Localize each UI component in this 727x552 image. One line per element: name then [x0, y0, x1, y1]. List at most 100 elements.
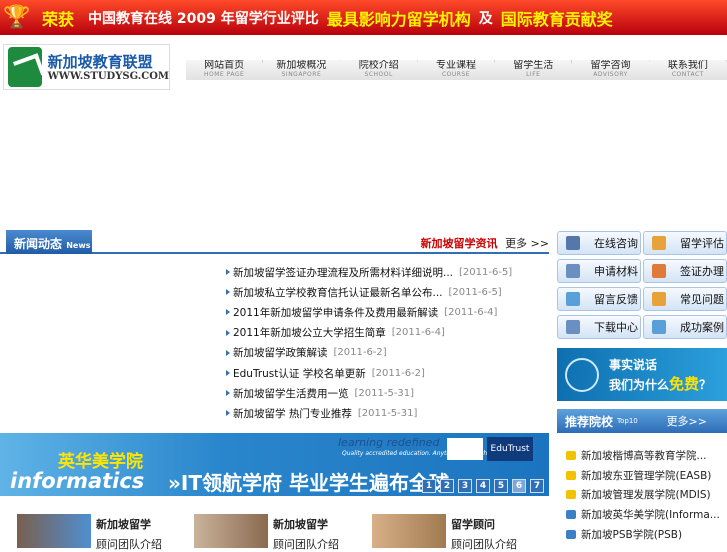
news-item[interactable]: 2011年新加坡公立大学招生简章 [2011-6-4] [226, 323, 546, 343]
cursor-icon [652, 292, 666, 306]
nav-item-course[interactable]: 专业课程 COURSE [418, 60, 496, 80]
consultant-name[interactable]: 留学顾问 [451, 516, 495, 532]
quick-label: 在线咨询 [594, 237, 638, 250]
bullet-icon [226, 390, 230, 397]
news-title[interactable]: EduTrust认证 学校名单更新 [233, 366, 366, 381]
quick-visa-button[interactable]: 签证办理 [643, 259, 727, 283]
news-item[interactable]: 新加坡私立学校教育信托认证最新名单公布... [2011-6-5] [226, 282, 546, 302]
fact-banner[interactable]: 事实说话 我们为什么免费？ [557, 348, 727, 401]
ad-page-1[interactable]: 1 [422, 479, 436, 493]
consultant-photo[interactable] [17, 514, 91, 548]
school-icon [566, 529, 576, 539]
quick-label: 成功案例 [680, 321, 724, 334]
news-title[interactable]: 2011年新加坡公立大学招生简章 [233, 325, 386, 340]
nav-item-singapore[interactable]: 新加坡概况 SINGAPORE [263, 60, 341, 80]
quick-download-button[interactable]: 下载中心 [557, 315, 641, 339]
user-icon [566, 236, 580, 250]
news-item[interactable]: 新加坡留学政策解读 [2011-6-2] [226, 343, 546, 363]
informatics-ad-banner[interactable]: 英华美学院 informatics »IT领航学府 毕业学生遍布全球 learn… [0, 433, 549, 496]
bullet-icon [226, 410, 230, 417]
consultant-photo[interactable] [372, 514, 446, 548]
recommend-subtitle: Top10 [617, 417, 638, 425]
news-tab-en: News [66, 241, 91, 250]
bullet-icon [226, 370, 230, 377]
ad-page-3[interactable]: 3 [458, 479, 472, 493]
document-icon [566, 264, 580, 278]
ad-slogan: »IT领航学府 毕业学生遍布全球 [168, 471, 449, 495]
news-more-link[interactable]: 更多 >> [505, 237, 549, 250]
news-list: 新加坡留学签证办理流程及所需材料详细说明... [2011-6-5] 新加坡私立学… [226, 262, 546, 424]
ad-page-6[interactable]: 6 [512, 479, 526, 493]
consultant-photo[interactable] [194, 514, 268, 548]
news-item[interactable]: EduTrust认证 学校名单更新 [2011-6-2] [226, 363, 546, 383]
consultant-name[interactable]: 新加坡留学 [273, 516, 328, 532]
bullet-icon [226, 289, 230, 296]
news-title[interactable]: 新加坡留学签证办理流程及所需材料详细说明... [233, 265, 453, 280]
logo-en-text: WWW.STUDYSG.COM [47, 70, 169, 82]
banner-text-1: 荣获 [42, 9, 75, 29]
recommend-item[interactable]: 新加坡东亚管理学院(EASB) [566, 466, 726, 486]
lightbulb-icon [565, 357, 599, 392]
news-highlight-link[interactable]: 新加坡留学资讯 [421, 237, 498, 250]
folder-icon [566, 451, 576, 461]
quick-faq-button[interactable]: 常见问题 [643, 287, 727, 311]
top-award-banner[interactable]: 🏆 荣获 中国教育在线 2009 年留学行业评比 最具影响力留学机构 及 国际教… [0, 0, 727, 35]
ad-page-7[interactable]: 7 [530, 479, 544, 493]
news-item[interactable]: 新加坡留学 热门专业推荐 [2011-5-31] [226, 403, 546, 423]
quick-online-consult-button[interactable]: 在线咨询 [557, 231, 641, 255]
document-icon [566, 320, 580, 334]
news-title[interactable]: 2011年新加坡留学申请条件及费用最新解读 [233, 305, 438, 320]
trophy-icon: 🏆 [3, 5, 31, 30]
recommend-item-label[interactable]: 新加坡管理发展学院(MDIS) [581, 487, 711, 502]
banner-text-2: 中国教育在线 2009 年留学行业评比 [88, 10, 319, 27]
news-date: [2011-6-2] [333, 347, 387, 359]
nav-sublabel: LIFE [526, 71, 541, 78]
recommend-item-label[interactable]: 新加坡东亚管理学院(EASB) [581, 468, 711, 483]
recommend-item-label[interactable]: 新加坡英华美学院(Informa... [581, 507, 720, 522]
nav-label: 联系我们 [667, 60, 708, 71]
news-title[interactable]: 新加坡留学生活费用一览 [233, 386, 349, 401]
recommend-title: 推荐院校 [565, 414, 614, 429]
fact-line-2: 我们为什么免费？ [609, 373, 711, 394]
nav-item-school[interactable]: 院校介绍 SCHOOL [341, 60, 418, 80]
quick-label: 留学评估 [680, 237, 724, 250]
nav-item-home[interactable]: 网站首页 HOME PAGE [186, 60, 264, 80]
bullet-icon [226, 349, 230, 356]
news-title[interactable]: 新加坡留学政策解读 [233, 345, 328, 360]
ad-page-5[interactable]: 5 [494, 479, 508, 493]
recommend-item[interactable]: 新加坡英华美学院(Informa... [566, 505, 726, 525]
recommend-item[interactable]: 新加坡PSB学院(PSB) [566, 524, 726, 544]
chat-icon [652, 320, 666, 334]
recommend-more-link[interactable]: 更多>> [667, 413, 707, 429]
quick-feedback-button[interactable]: 留言反馈 [557, 287, 641, 311]
nav-item-life[interactable]: 留学生活 LIFE [495, 60, 573, 80]
quick-label: 留言反馈 [594, 293, 638, 306]
ad-page-4[interactable]: 4 [476, 479, 490, 493]
school-icon [566, 510, 576, 520]
news-date: [2011-6-2] [371, 367, 425, 379]
recommend-header: 推荐院校 Top10 更多>> [557, 409, 727, 433]
news-tab[interactable]: 新闻动态 News [6, 230, 92, 254]
news-item[interactable]: 新加坡留学签证办理流程及所需材料详细说明... [2011-6-5] [226, 262, 546, 282]
news-item[interactable]: 2011年新加坡留学申请条件及费用最新解读 [2011-6-4] [226, 302, 546, 322]
recommend-item[interactable]: 新加坡楷博高等教育学院... [566, 446, 726, 466]
nav-label: 留学生活 [513, 60, 554, 71]
consultant-name[interactable]: 新加坡留学 [96, 516, 151, 532]
recommend-item[interactable]: 新加坡管理发展学院(MDIS) [566, 485, 726, 505]
nav-label: 网站首页 [204, 60, 245, 71]
nav-label: 院校介绍 [358, 60, 399, 71]
news-title[interactable]: 新加坡留学 热门专业推荐 [233, 406, 352, 421]
recommend-item-label[interactable]: 新加坡楷博高等教育学院... [581, 448, 707, 463]
quick-cases-button[interactable]: 成功案例 [643, 315, 727, 339]
quick-assessment-button[interactable]: 留学评估 [643, 231, 727, 255]
quick-materials-button[interactable]: 申请材料 [557, 259, 641, 283]
ad-page-2[interactable]: 2 [440, 479, 454, 493]
recommend-item-label[interactable]: 新加坡PSB学院(PSB) [581, 527, 682, 542]
news-title[interactable]: 新加坡私立学校教育信托认证最新名单公布... [233, 285, 443, 300]
nav-item-advisory[interactable]: 留学咨询 ADVISORY [572, 60, 650, 80]
news-item[interactable]: 新加坡留学生活费用一览 [2011-5-31] [226, 383, 546, 403]
nav-item-contact[interactable]: 联系我们 CONTACT [650, 60, 727, 80]
ad-brand: informatics [10, 469, 145, 493]
nav-sublabel: CONTACT [671, 71, 704, 78]
site-logo[interactable]: 新加坡教育联盟 WWW.STUDYSG.COM [3, 44, 170, 90]
